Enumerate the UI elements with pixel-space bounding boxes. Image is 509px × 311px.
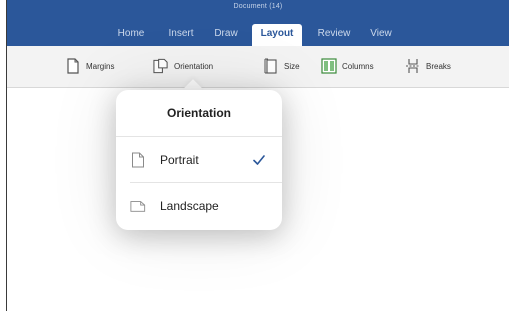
portrait-page-icon — [130, 152, 146, 168]
breaks-label: Breaks — [426, 61, 451, 71]
breaks-icon — [405, 58, 421, 74]
tab-insert[interactable]: Insert — [161, 24, 201, 46]
margins-button[interactable]: Margins — [65, 56, 114, 76]
tab-draw[interactable]: Draw — [207, 24, 245, 46]
orientation-button[interactable]: Orientation — [153, 56, 213, 76]
columns-icon — [321, 58, 337, 74]
portrait-label: Portrait — [160, 153, 199, 167]
margins-label: Margins — [86, 61, 115, 71]
margins-icon — [65, 58, 81, 74]
size-button[interactable]: Size — [263, 56, 300, 76]
columns-label: Columns — [342, 61, 374, 71]
breaks-button[interactable]: Breaks — [405, 56, 451, 76]
title-bar: Document (14) Home Insert Draw Layout Re… — [7, 0, 509, 46]
word-app-screen: Document (14) Home Insert Draw Layout Re… — [0, 0, 509, 311]
ribbon-tabs: Home Insert Draw Layout Review View — [7, 24, 509, 46]
size-label: Size — [284, 61, 300, 71]
landscape-option[interactable]: Landscape — [116, 183, 282, 229]
orientation-icon — [153, 58, 169, 74]
columns-button[interactable]: Columns — [321, 56, 374, 76]
tab-layout[interactable]: Layout — [252, 24, 302, 46]
checkmark-icon — [253, 155, 265, 165]
tab-review[interactable]: Review — [309, 24, 359, 46]
window-frame-edge — [0, 0, 7, 311]
layout-toolbar: Margins Orientation Size Columns Breaks — [7, 46, 509, 88]
document-title: Document (14) — [233, 3, 283, 10]
tab-view[interactable]: View — [363, 24, 399, 46]
popover-title: Orientation — [116, 90, 282, 137]
landscape-label: Landscape — [160, 199, 219, 213]
orientation-popover: Orientation Portrait Landscape — [116, 90, 282, 230]
portrait-option[interactable]: Portrait — [116, 137, 282, 183]
size-icon — [263, 58, 279, 74]
landscape-page-icon — [130, 198, 146, 214]
tab-home[interactable]: Home — [109, 24, 153, 46]
orientation-label: Orientation — [174, 61, 214, 71]
